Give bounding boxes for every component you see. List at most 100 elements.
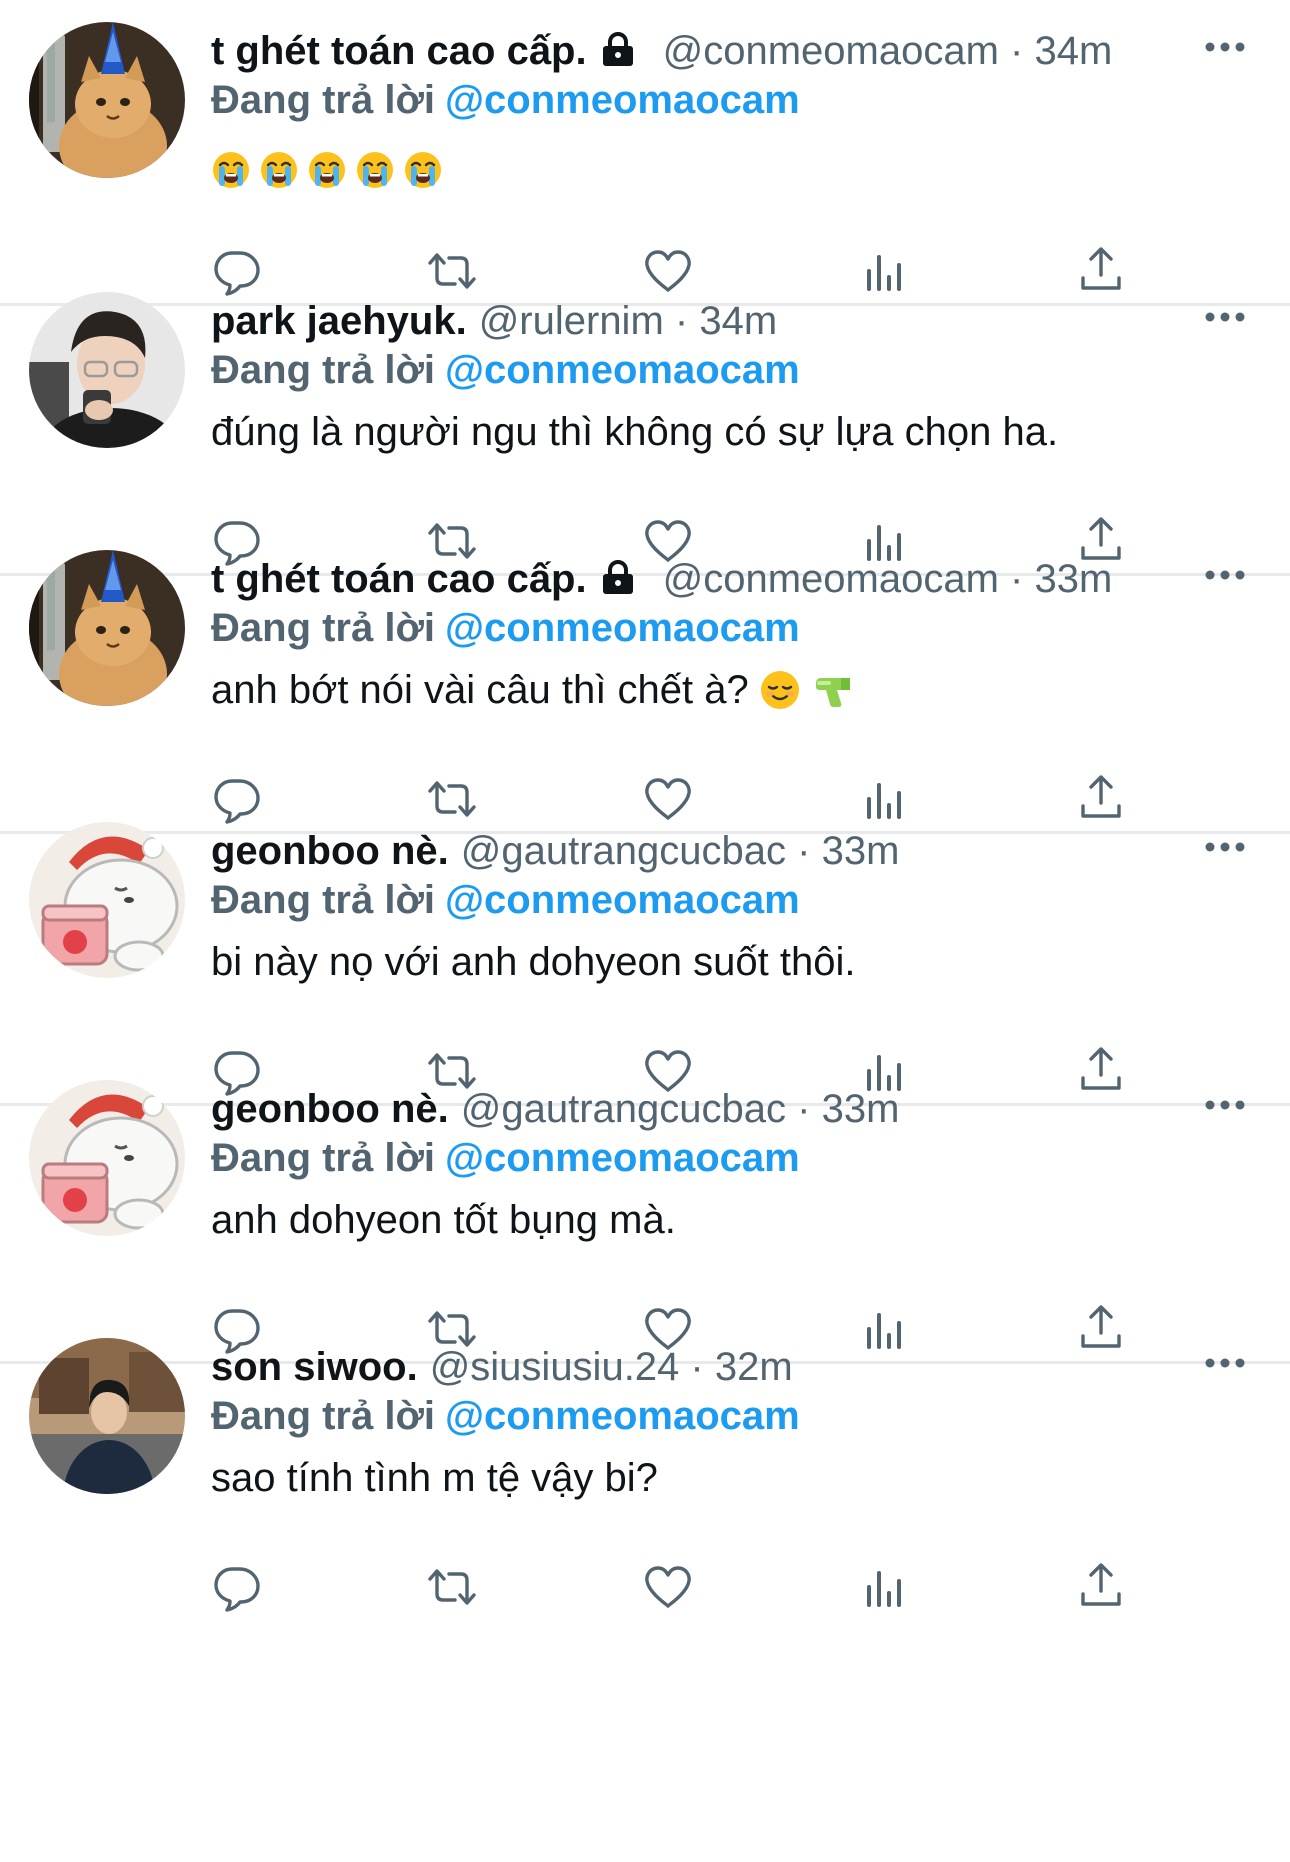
display-name[interactable]: park jaehyuk. [211, 299, 467, 343]
tweet-text-content: anh dohyeon tốt bụng mà. [211, 1198, 676, 1242]
user-handle[interactable]: @conmeomaocam [663, 557, 999, 601]
timestamp[interactable]: 33m [822, 1087, 900, 1131]
replying-to-link[interactable]: @conmeomaocam [445, 878, 800, 922]
like-icon [640, 1559, 696, 1615]
tweet[interactable]: son siwoo. @siusiusiu.24 · 32m Đang trả lờ… [0, 1316, 1290, 1622]
replying-to-label: Đang trả lời [211, 348, 436, 392]
person-street-avatar-image [29, 1338, 185, 1494]
tweet-text: bi này nọ với anh dohyeon suốt thôi. [211, 932, 855, 992]
avatar[interactable] [29, 822, 185, 978]
replying-to: Đang trả lời @conmeomaocam [211, 1388, 800, 1444]
avatar[interactable] [29, 22, 185, 178]
lock-icon [599, 558, 637, 596]
separator-dot: · [797, 829, 811, 873]
replying-to-link[interactable]: @conmeomaocam [445, 1136, 800, 1180]
user-handle[interactable]: @gautrangcucbac [461, 1087, 786, 1131]
display-name[interactable]: geonboo nè. [211, 1087, 449, 1131]
views-icon [857, 1559, 913, 1615]
user-handle[interactable]: @siusiusiu.24 [430, 1345, 680, 1389]
loudly-crying-face-emoji-icon [211, 150, 251, 190]
share-button[interactable] [1073, 1559, 1129, 1615]
replying-to-label: Đang trả lời [211, 1394, 436, 1438]
timestamp[interactable]: 32m [715, 1345, 793, 1389]
loudly-crying-face-emoji-icon [355, 150, 395, 190]
replying-to: Đang trả lời @conmeomaocam [211, 342, 800, 398]
timestamp[interactable]: 33m [822, 829, 900, 873]
user-handle[interactable]: @gautrangcucbac [461, 829, 786, 873]
tweet-text: đúng là người ngu thì không có sự lựa ch… [211, 402, 1058, 462]
reply-icon [208, 1559, 264, 1615]
avatar[interactable] [29, 1338, 185, 1494]
replies-timeline: t ghét toán cao cấp. @conmeomaocam · 34m Đ… [0, 0, 1290, 1862]
user-handle[interactable]: @conmeomaocam [663, 29, 999, 73]
replying-to: Đang trả lời @conmeomaocam [211, 1130, 800, 1186]
separator-dot: · [690, 1345, 704, 1389]
replying-to-link[interactable]: @conmeomaocam [445, 606, 800, 650]
loudly-crying-face-emoji-icon [403, 150, 443, 190]
tweet-text-content: bi này nọ với anh dohyeon suốt thôi. [211, 940, 856, 984]
user-handle[interactable]: @rulernim [479, 299, 664, 343]
more-options-button[interactable] [1203, 1348, 1247, 1378]
replying-to-label: Đang trả lời [211, 606, 436, 650]
more-options-button[interactable] [1203, 32, 1247, 62]
separator-dot: · [674, 299, 689, 343]
replying-to: Đang trả lời @conmeomaocam [211, 600, 800, 656]
more-options-icon [1203, 832, 1247, 862]
replying-to: Đang trả lời @conmeomaocam [211, 872, 800, 928]
timestamp[interactable]: 34m [699, 299, 777, 343]
loudly-crying-face-emoji-icon [307, 150, 347, 190]
more-options-button[interactable] [1203, 302, 1247, 332]
display-name[interactable]: son siwoo. [211, 1345, 418, 1389]
separator-dot: · [1010, 29, 1024, 73]
avatar[interactable] [29, 550, 185, 706]
tweet-text-content: đúng là người ngu thì không có sự lựa ch… [211, 410, 1059, 454]
replying-to: Đang trả lời @conmeomaocam [211, 72, 800, 128]
tweet-text: anh dohyeon tốt bụng mà. [211, 1190, 676, 1250]
display-name[interactable]: t ghét toán cao cấp. [211, 29, 587, 73]
tweet[interactable]: t ghét toán cao cấp. @conmeomaocam · 34m Đ… [0, 0, 1290, 306]
tweet-text: anh bớt nói vài câu thì chết à? [211, 660, 853, 720]
tweet[interactable]: t ghét toán cao cấp. @conmeomaocam · 33m Đ… [0, 528, 1290, 834]
tweet-text-content: sao tính tình m tệ vậy bi? [211, 1456, 658, 1500]
timestamp[interactable]: 33m [1034, 557, 1112, 601]
separator-dot: · [1010, 557, 1024, 601]
more-options-icon [1203, 1348, 1247, 1378]
more-options-button[interactable] [1203, 832, 1247, 862]
like-button[interactable] [640, 1559, 696, 1615]
separator-dot: · [797, 1087, 811, 1131]
more-options-icon [1203, 560, 1247, 590]
display-name[interactable]: t ghét toán cao cấp. [211, 557, 587, 601]
replying-to-link[interactable]: @conmeomaocam [445, 348, 800, 392]
cat-avatar-image [29, 22, 185, 178]
views-button[interactable] [857, 1559, 913, 1615]
smiling-face-emoji-icon [759, 669, 801, 711]
more-options-icon [1203, 302, 1247, 332]
retweet-icon [424, 1559, 480, 1615]
reply-button[interactable] [208, 1559, 264, 1615]
replying-to-link[interactable]: @conmeomaocam [445, 1394, 800, 1438]
more-options-icon [1203, 1090, 1247, 1120]
tweet-actions [0, 1559, 1290, 1615]
more-options-button[interactable] [1203, 1090, 1247, 1120]
replying-to-label: Đang trả lời [211, 1136, 436, 1180]
tweet-emoji-text [211, 150, 451, 192]
replying-to-label: Đang trả lời [211, 878, 436, 922]
polar-bear-avatar-image [29, 1080, 185, 1236]
lock-icon [599, 30, 637, 68]
avatar[interactable] [29, 1080, 185, 1236]
loudly-crying-face-emoji-icon [259, 150, 299, 190]
water-pistol-emoji-icon [811, 669, 853, 711]
share-icon [1073, 1559, 1129, 1615]
cat-avatar-image [29, 550, 185, 706]
person-avatar-image [29, 292, 185, 448]
replying-to-link[interactable]: @conmeomaocam [445, 78, 800, 122]
replying-to-label: Đang trả lời [211, 78, 436, 122]
tweet-text-content: anh bớt nói vài câu thì chết à? [211, 668, 749, 712]
more-options-icon [1203, 32, 1247, 62]
avatar[interactable] [29, 292, 185, 448]
display-name[interactable]: geonboo nè. [211, 829, 449, 873]
more-options-button[interactable] [1203, 560, 1247, 590]
tweet-text: sao tính tình m tệ vậy bi? [211, 1448, 658, 1508]
timestamp[interactable]: 34m [1034, 29, 1112, 73]
retweet-button[interactable] [424, 1559, 480, 1615]
